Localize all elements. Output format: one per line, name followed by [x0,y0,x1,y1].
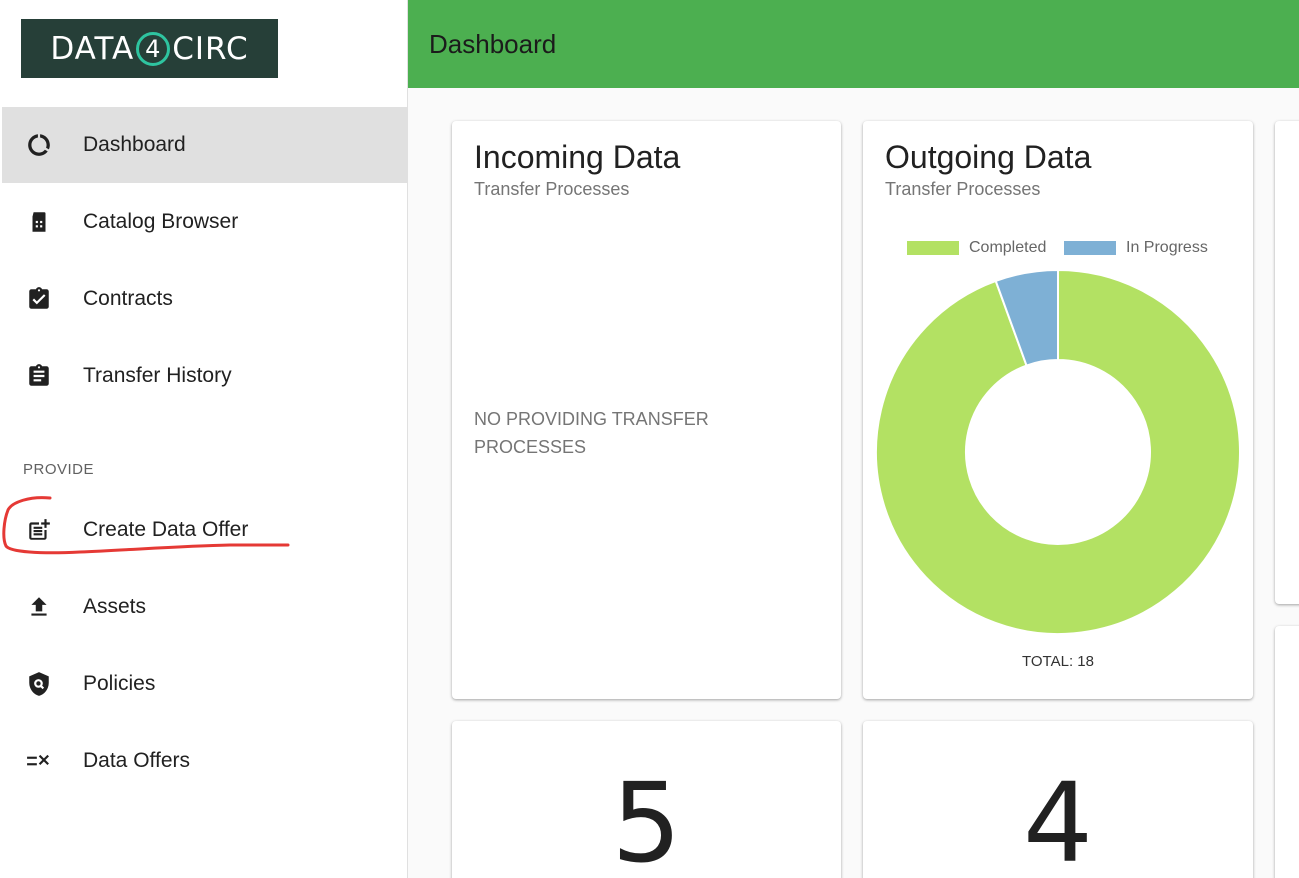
catalog-building-icon [26,209,52,235]
logo-four-circle: 4 [136,31,171,66]
legend-item-in-progress[interactable]: In Progress [1064,239,1208,257]
nav-item-policies[interactable]: Policies [2,646,407,722]
incoming-card-subtitle: Transfer Processes [474,179,630,199]
nav-label-catalog-browser: Catalog Browser [83,210,239,233]
legend-swatch-in-progress [1064,241,1116,255]
outgoing-donut-chart [875,269,1241,635]
outgoing-card-title: Outgoing Data [885,139,1092,175]
no-transfer-processes-message: NO PROVIDING TRANSFER PROCESSES [474,409,709,457]
partial-right-card-bottom [1275,626,1299,878]
legend-swatch-completed [907,241,959,255]
section-header-provide: PROVIDE [23,461,95,478]
incoming-data-card: Incoming Data Transfer Processes NO PROV… [452,121,841,699]
data4circ-logo[interactable]: DATA 4 CIRC [21,19,278,78]
nav-label-transfer-history: Transfer History [83,364,232,387]
upload-icon [26,594,52,620]
dashboard-ring-icon [26,132,52,158]
count-card-right: 4 [863,721,1253,878]
sidebar: DATA 4 CIRC Dashboard Catalog Browser Cont… [0,0,408,878]
partial-right-card-top [1275,121,1299,604]
logo-text-right: CIRC [172,30,249,67]
legend-item-completed[interactable]: Completed [907,239,1046,257]
count-value-left: 5 [611,759,682,878]
nav-item-dashboard[interactable]: Dashboard [2,107,407,183]
nav-label-create-data-offer: Create Data Offer [83,518,249,541]
policy-shield-icon [26,671,52,697]
nav-item-transfer-history[interactable]: Transfer History [2,338,407,414]
rule-list-icon [26,748,52,774]
outgoing-data-card: Outgoing Data Transfer Processes Complet… [863,121,1253,699]
nav-label-contracts: Contracts [83,287,173,310]
nav-item-data-offers[interactable]: Data Offers [2,723,407,799]
nav-item-assets[interactable]: Assets [2,569,407,645]
nav-label-policies: Policies [83,672,156,695]
outgoing-card-subtitle: Transfer Processes [885,179,1041,199]
logo-text-left: DATA [50,30,135,67]
clipboard-check-icon [26,286,52,312]
nav-label-dashboard: Dashboard [83,133,186,156]
chart-total-label: TOTAL: 18 [1022,653,1094,670]
nav-item-create-data-offer[interactable]: Create Data Offer [2,492,407,568]
legend-label-completed: Completed [969,239,1047,256]
app-header: Dashboard [408,0,1299,88]
nav-label-data-offers: Data Offers [83,749,190,772]
count-card-left: 5 [452,721,841,878]
legend-label-in-progress: In Progress [1126,239,1208,256]
count-value-right: 4 [1023,759,1093,878]
nav-item-contracts[interactable]: Contracts [2,261,407,337]
incoming-card-title: Incoming Data [474,139,681,175]
page-title: Dashboard [429,29,557,59]
clipboard-list-icon [26,363,52,389]
nav-label-assets: Assets [83,595,147,618]
post-add-icon [26,517,52,543]
nav-item-catalog-browser[interactable]: Catalog Browser [2,184,407,260]
